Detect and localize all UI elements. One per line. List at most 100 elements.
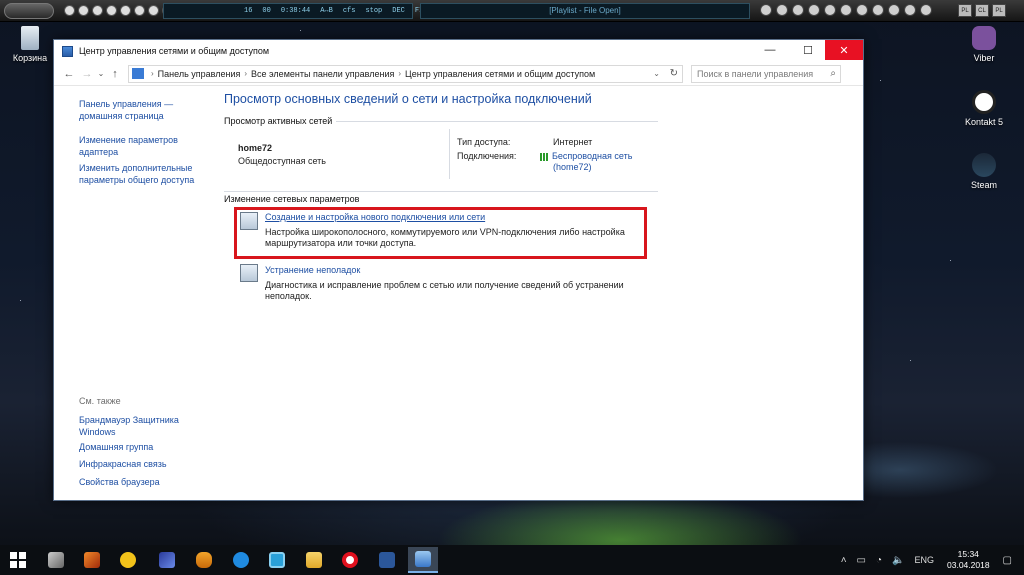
clear-toggle-button[interactable]: CL — [975, 4, 989, 17]
forward-button[interactable]: → — [78, 68, 96, 80]
title-bar[interactable]: Центр управления сетями и общим доступом… — [54, 40, 863, 62]
transport-button[interactable] — [840, 4, 852, 16]
taskbar-app[interactable] — [375, 549, 399, 571]
volume-muted-icon[interactable]: 🔈 — [892, 555, 904, 566]
breadcrumb-network-center[interactable]: Центр управления сетями и общим доступом — [405, 69, 595, 79]
fruit-icon — [196, 552, 212, 568]
transport-button[interactable] — [904, 4, 916, 16]
wireless-connection-link[interactable]: Беспроводная сеть (home72) — [540, 151, 640, 173]
taskbar-app[interactable] — [265, 549, 289, 571]
connection-line: (home72) — [553, 162, 592, 172]
sidebar-link-home[interactable]: Панель управления — домашняя страница — [79, 98, 173, 122]
player-play-button[interactable] — [78, 5, 89, 16]
wifi-icon[interactable]: ◔ — [876, 555, 882, 566]
playlist-toggle-button-2[interactable]: PL — [992, 4, 1006, 17]
taskbar-app[interactable] — [155, 549, 179, 571]
taskbar-app[interactable] — [302, 549, 326, 571]
refresh-icon[interactable]: ↻ — [670, 68, 678, 79]
network-name: home72 — [238, 143, 273, 153]
sidebar-link-sharing-settings[interactable]: Изменить дополнительные параметры общего… — [79, 162, 194, 186]
transport-button[interactable] — [856, 4, 868, 16]
chevron-up-icon[interactable]: ˄ — [841, 555, 847, 566]
player-shuffle-button[interactable] — [148, 5, 159, 16]
player-next-button[interactable] — [120, 5, 131, 16]
taskbar-app[interactable] — [44, 549, 68, 571]
lcd-item: A↔B — [320, 7, 333, 15]
lcd-item: cfs — [342, 7, 356, 15]
transport-button[interactable] — [888, 4, 900, 16]
player-pause-button[interactable] — [92, 5, 103, 16]
taskbar-app[interactable] — [116, 549, 140, 571]
language-indicator[interactable]: ENG — [914, 555, 934, 565]
desktop-icon-viber[interactable]: Viber — [954, 26, 1014, 63]
player-open-button[interactable] — [134, 5, 145, 16]
see-also-homegroup[interactable]: Домашняя группа — [79, 441, 153, 453]
access-type-value: Интернет — [553, 137, 593, 147]
search-placeholder: Поиск в панели управления — [697, 68, 814, 79]
lcd-item: 16 — [244, 7, 253, 15]
recent-locations-button[interactable]: ⌄ — [96, 69, 106, 78]
see-also-firewall[interactable]: Брандмауэр Защитника Windows — [79, 414, 179, 438]
notifications-icon[interactable]: ▢ — [1003, 555, 1012, 566]
player-stop-button[interactable] — [106, 5, 117, 16]
up-button[interactable]: ↑ — [106, 68, 124, 80]
maximize-button[interactable]: ☐ — [791, 40, 825, 60]
troubleshoot-desc: Диагностика и исправление проблем с сеть… — [265, 280, 624, 290]
taskbar-app[interactable] — [192, 549, 216, 571]
sidebar-link-adapter-settings[interactable]: Изменение параметров адаптера — [79, 134, 178, 158]
see-also-infrared[interactable]: Инфракрасная связь — [79, 458, 167, 470]
lcd-time: 0:38:44 — [280, 7, 311, 15]
desktop-icon-steam[interactable]: Steam — [954, 153, 1014, 190]
transport-button[interactable] — [808, 4, 820, 16]
section-divider — [336, 121, 658, 122]
sidebar: Панель управления — домашняя страница Из… — [54, 87, 209, 500]
troubleshoot-link[interactable]: Устранение неполадок — [265, 265, 360, 276]
network-type-link[interactable]: Общедоступная сеть — [238, 156, 326, 167]
player-control-button[interactable] — [760, 4, 772, 16]
transport-button[interactable] — [824, 4, 836, 16]
chevron-right-icon: › — [244, 69, 248, 78]
search-input[interactable]: Поиск в панели управления ⌕ — [691, 64, 841, 83]
address-bar[interactable]: › Панель управления › Все элементы панел… — [128, 64, 683, 83]
change-settings-heading: Изменение сетевых параметров — [224, 194, 360, 204]
desktop-icon-recycle-bin[interactable]: Корзина — [0, 26, 60, 63]
taskbar-app[interactable] — [80, 549, 104, 571]
sidebar-link-line: параметры общего доступа — [79, 175, 195, 185]
new-connection-link[interactable]: Создание и настройка нового подключения … — [265, 212, 485, 223]
chevron-right-icon: › — [398, 69, 402, 78]
start-button[interactable] — [6, 549, 30, 571]
breadcrumb-all-items[interactable]: Все элементы панели управления — [251, 69, 394, 79]
player-prev-button[interactable] — [64, 5, 75, 16]
desktop-icon-label: Viber — [973, 53, 995, 63]
chevron-down-icon[interactable]: ⌄ — [653, 69, 660, 78]
clock[interactable]: 15:34 03.04.2018 — [947, 549, 990, 571]
network-tray-icon[interactable]: ▭ — [857, 555, 866, 566]
desktop-icon-kontakt[interactable]: Kontakt 5 — [954, 90, 1014, 127]
window-title: Центр управления сетями и общим доступом — [79, 46, 270, 56]
taskbar-app[interactable] — [229, 549, 253, 571]
desktop: 16 00 0:38:44 A↔B cfs stop DEC FILE [Pla… — [0, 0, 1024, 575]
taskbar-app[interactable] — [338, 549, 362, 571]
app-blue-icon — [269, 552, 285, 568]
taskbar-app-active[interactable] — [408, 547, 438, 573]
new-connection-desc: Настройка широкополосного, коммутируемог… — [265, 227, 625, 237]
player-control-button[interactable] — [776, 4, 788, 16]
see-also-browser-properties[interactable]: Свойства браузера — [79, 476, 160, 488]
network-window-icon — [415, 551, 431, 567]
transport-button[interactable] — [872, 4, 884, 16]
windows-start-icon — [10, 552, 26, 568]
sidebar-link-line: Изменение параметров — [79, 135, 178, 145]
player-control-button[interactable] — [792, 4, 804, 16]
transport-button[interactable] — [920, 4, 932, 16]
control-panel-icon — [132, 68, 144, 79]
close-button[interactable]: ✕ — [825, 40, 863, 60]
chevron-right-icon: › — [151, 69, 154, 78]
breadcrumb-control-panel[interactable]: Панель управления — [158, 69, 241, 79]
playlist-toggle-button[interactable]: PL — [958, 4, 972, 17]
wifi-signal-icon — [540, 152, 550, 161]
back-button[interactable]: ← — [60, 68, 78, 80]
minimize-button[interactable]: — — [753, 40, 787, 60]
scanner-app-icon — [48, 552, 64, 568]
see-also-line: Домашняя группа — [79, 442, 154, 452]
new-connection-icon — [240, 212, 258, 230]
